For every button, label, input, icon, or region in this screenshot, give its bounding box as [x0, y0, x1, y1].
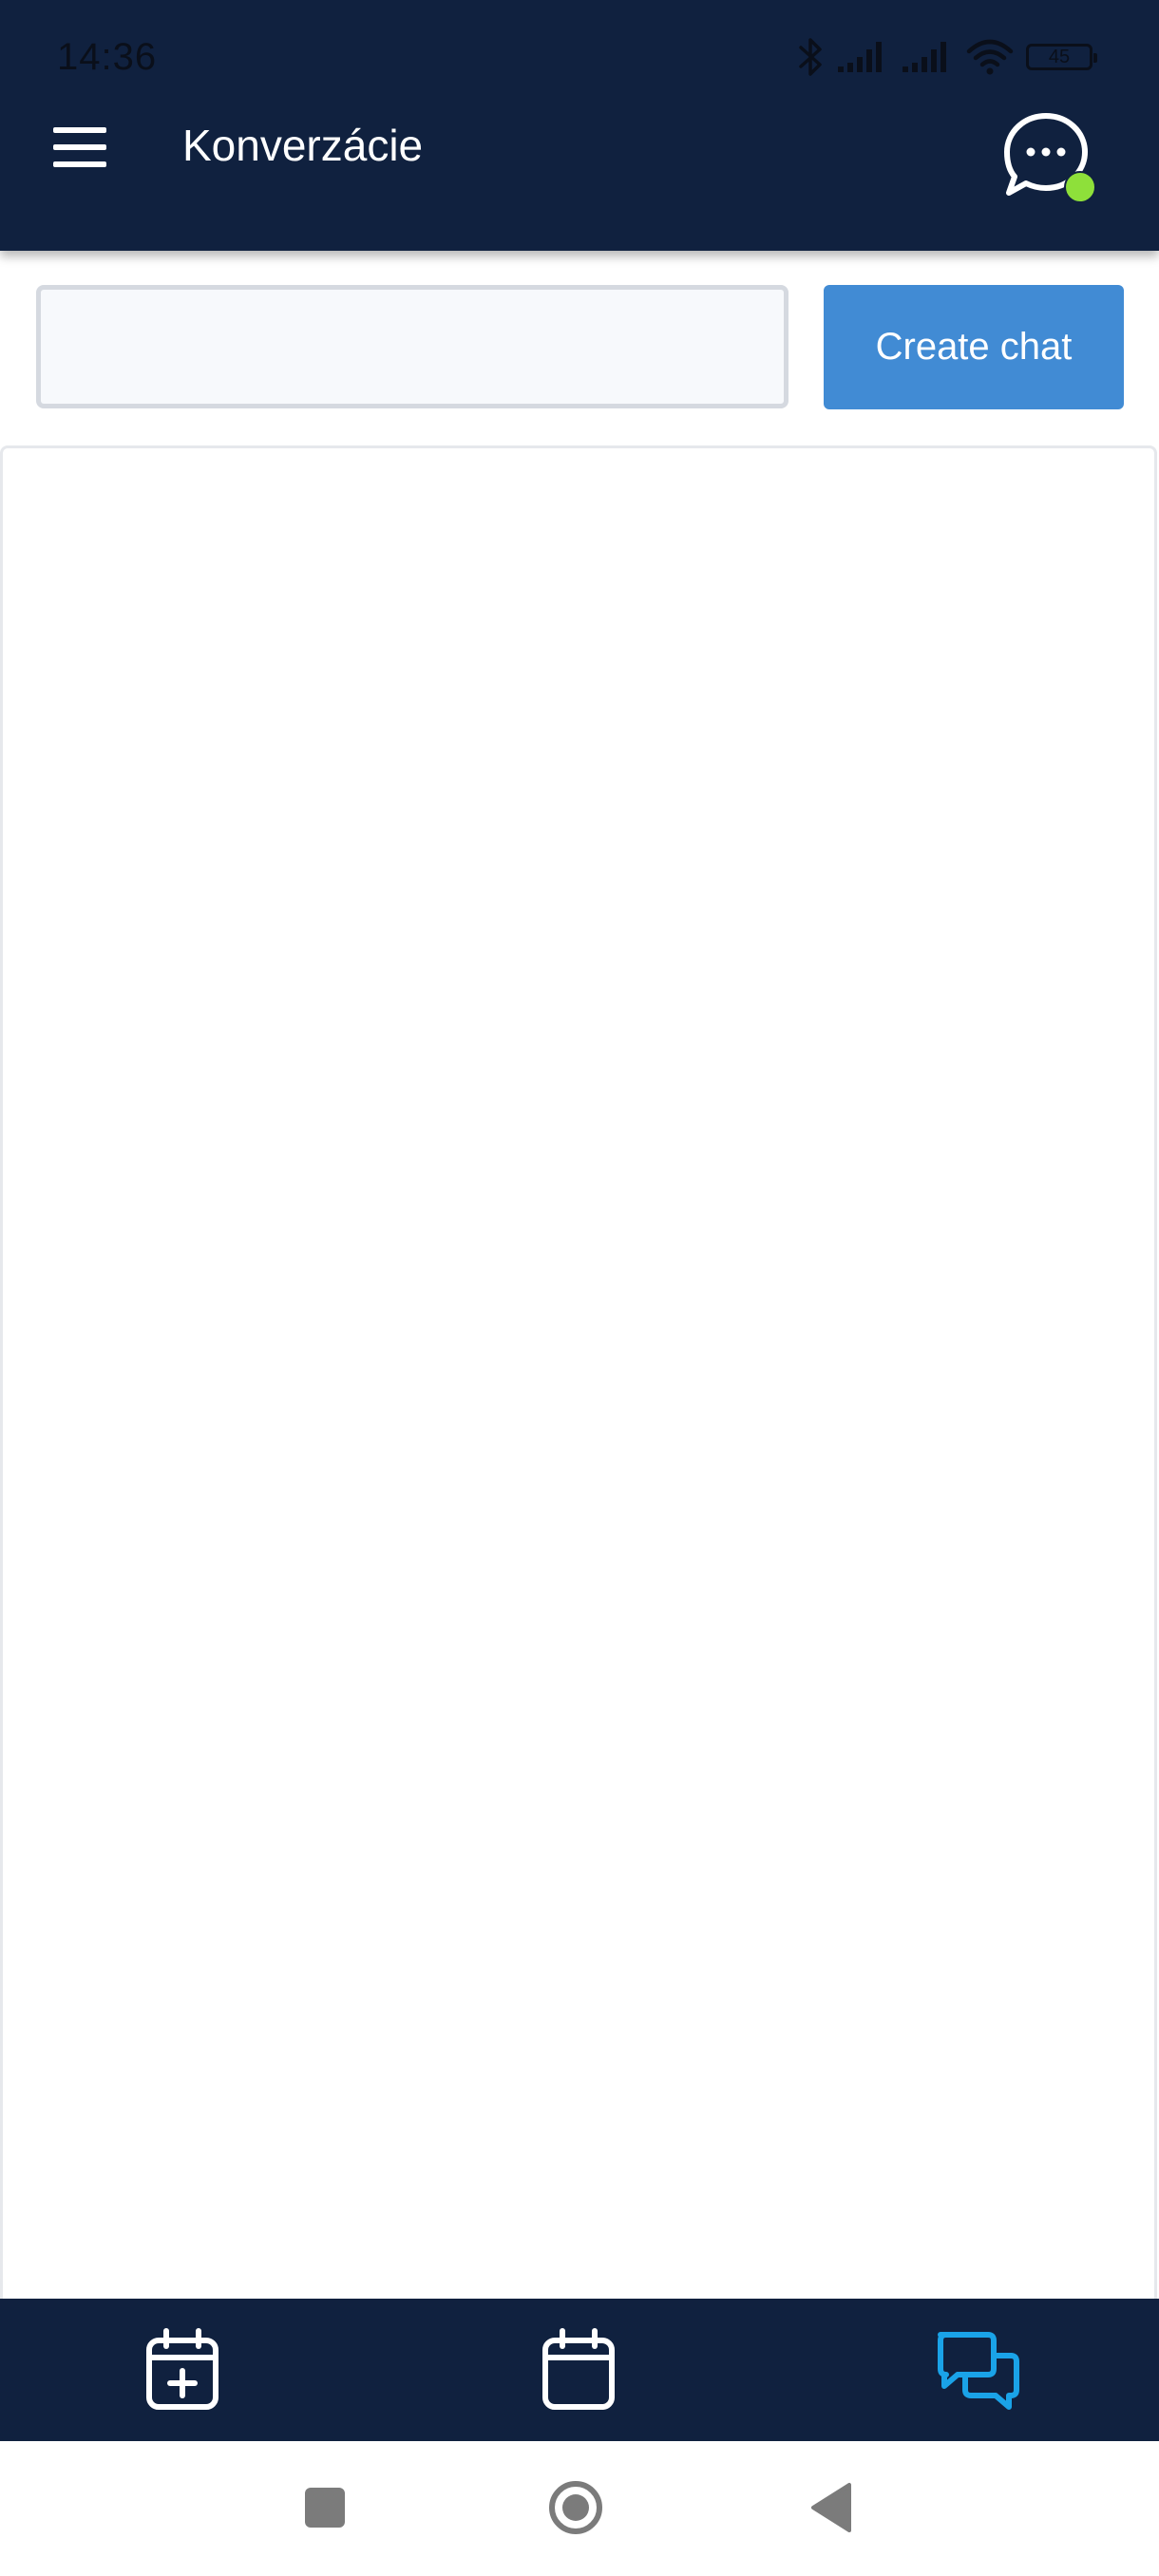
signal-icon [902, 42, 946, 72]
wifi-icon [966, 39, 1014, 75]
calendar-icon[interactable] [536, 2327, 621, 2413]
calendar-plus-icon[interactable] [140, 2327, 225, 2413]
chat-list[interactable] [0, 445, 1157, 2307]
app-header: 14:36 45 Konverzácie [0, 0, 1159, 251]
home-icon[interactable] [547, 2479, 604, 2536]
chat-name-input[interactable] [36, 285, 788, 408]
bottom-nav [0, 2299, 1159, 2441]
signal-icon [838, 42, 882, 72]
status-time: 14:36 [57, 36, 158, 78]
bluetooth-icon [799, 38, 822, 76]
battery-icon: 45 [1026, 44, 1097, 70]
status-icons: 45 [796, 32, 1097, 82]
recent-apps-icon[interactable] [296, 2479, 353, 2536]
create-chat-button[interactable]: Create chat [824, 285, 1124, 409]
chat-bubbles-icon[interactable] [933, 2327, 1024, 2413]
page-title: Konverzácie [182, 121, 424, 170]
system-nav-bar [0, 2441, 1159, 2576]
hamburger-menu-icon[interactable] [53, 127, 106, 167]
back-icon[interactable] [804, 2479, 861, 2536]
online-status-dot [1064, 171, 1096, 203]
